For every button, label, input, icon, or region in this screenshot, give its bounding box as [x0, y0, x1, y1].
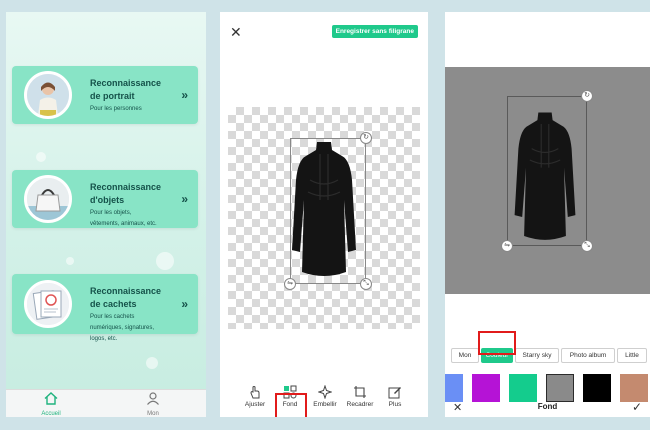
- background-category-chips: Mon Couleur Starry sky Photo album Littl…: [445, 344, 650, 364]
- highlight-box: [478, 331, 516, 355]
- background-color-screen: ↻ ⇋ ⤡ Mon Couleur Starry sky Photo album…: [445, 12, 650, 417]
- home-icon: [44, 392, 58, 405]
- selection-frame[interactable]: [290, 138, 366, 284]
- tool-label: Embellir: [313, 401, 337, 408]
- handbag-thumbnail: [24, 175, 72, 223]
- rotate-handle-icon[interactable]: ↻: [581, 90, 593, 102]
- chevron-right-icon: »: [181, 192, 188, 206]
- color-swatch[interactable]: [620, 374, 648, 402]
- crop-icon: [354, 386, 366, 398]
- rotate-handle-icon[interactable]: ↻: [360, 132, 372, 144]
- save-without-watermark-button[interactable]: Enregistrer sans filigrane: [331, 25, 418, 38]
- bokeh-dot: [156, 252, 174, 270]
- chip-mon[interactable]: Mon: [451, 348, 479, 363]
- object-recognition-card[interactable]: Reconnaissance d'objets Pour les objets,…: [12, 170, 198, 228]
- edit-icon: [388, 387, 401, 399]
- color-swatch[interactable]: [583, 374, 611, 402]
- resize-handle-icon[interactable]: ⤡: [581, 240, 593, 252]
- color-swatch[interactable]: [445, 374, 463, 402]
- portrait-thumbnail: [24, 71, 72, 119]
- tool-plus[interactable]: Plus: [378, 385, 412, 408]
- flip-handle-icon[interactable]: ⇋: [501, 240, 513, 252]
- tab-mon[interactable]: Mon: [128, 392, 178, 417]
- card-title-line2: d'objets: [90, 195, 125, 205]
- color-swatch[interactable]: [509, 374, 537, 402]
- tab-label-accueil: Accueil: [41, 411, 61, 417]
- sparkle-icon: [318, 385, 332, 399]
- tool-recadrer[interactable]: Recadrer: [343, 385, 377, 408]
- stamp-recognition-card[interactable]: Reconnaissance de cachets Pour les cache…: [12, 274, 198, 342]
- tool-embellir[interactable]: Embellir: [308, 385, 342, 408]
- resize-handle-icon[interactable]: ⤡: [360, 278, 372, 290]
- chevron-right-icon: »: [181, 88, 188, 102]
- portrait-recognition-card[interactable]: Reconnaissance de portrait Pour les pers…: [12, 66, 198, 124]
- highlight-box: [275, 393, 307, 417]
- bokeh-dot: [36, 152, 46, 162]
- chip-starry-sky[interactable]: Starry sky: [515, 348, 559, 363]
- bokeh-dot: [66, 257, 74, 265]
- selection-frame[interactable]: [507, 96, 587, 246]
- card-description: Pour les personnes: [90, 106, 142, 112]
- stamp-thumbnail: [24, 280, 72, 328]
- tool-ajuster[interactable]: Ajuster: [238, 385, 272, 408]
- bottom-action-bar: ✕ Fond ✓: [445, 399, 650, 417]
- chip-photo-album[interactable]: Photo album: [561, 348, 615, 363]
- tab-accueil[interactable]: Accueil: [26, 392, 76, 417]
- tool-label: Ajuster: [244, 401, 266, 408]
- close-icon[interactable]: ✕: [230, 24, 242, 41]
- recognition-home-screen: Reconnaissance de portrait Pour les pers…: [6, 12, 206, 417]
- card-title-line1: Reconnaissance: [90, 78, 162, 88]
- card-title-line1: Reconnaissance: [90, 286, 162, 296]
- bokeh-dot: [146, 357, 158, 369]
- bottom-tab-bar: Accueil Mon: [6, 389, 206, 417]
- hand-icon: [250, 386, 260, 399]
- card-description-line1: Pour les cachets: [90, 314, 135, 320]
- tool-label: Plus: [388, 401, 402, 408]
- chip-little[interactable]: Little: [617, 348, 647, 363]
- color-swatches: [445, 374, 650, 402]
- background-editor-screen: ✕ Enregistrer sans filigrane ↻ ⇋ ⤡ Ajust…: [220, 12, 428, 417]
- editor-toolbar: Ajuster Fond Embellir Recadrer Plus: [220, 381, 428, 417]
- card-title-line2: de portrait: [90, 91, 135, 101]
- tab-label-mon: Mon: [147, 411, 159, 417]
- card-title-line1: Reconnaissance: [90, 182, 162, 192]
- card-description-line3: logos, etc.: [90, 336, 118, 342]
- color-swatch[interactable]: [472, 374, 500, 402]
- chevron-right-icon: »: [181, 297, 188, 311]
- card-description-line2: vêtements, animaux, etc.: [90, 221, 157, 227]
- color-swatch-selected[interactable]: [546, 374, 574, 402]
- flip-handle-icon[interactable]: ⇋: [284, 278, 296, 290]
- card-description-line1: Pour les objets,: [90, 210, 132, 216]
- card-title-line2: de cachets: [90, 299, 137, 309]
- bottom-title: Fond: [537, 402, 558, 411]
- user-icon: [147, 392, 159, 405]
- card-description-line2: numériques, signatures,: [90, 325, 155, 331]
- tool-label: Recadrer: [346, 401, 374, 408]
- confirm-check-icon[interactable]: ✓: [632, 400, 642, 414]
